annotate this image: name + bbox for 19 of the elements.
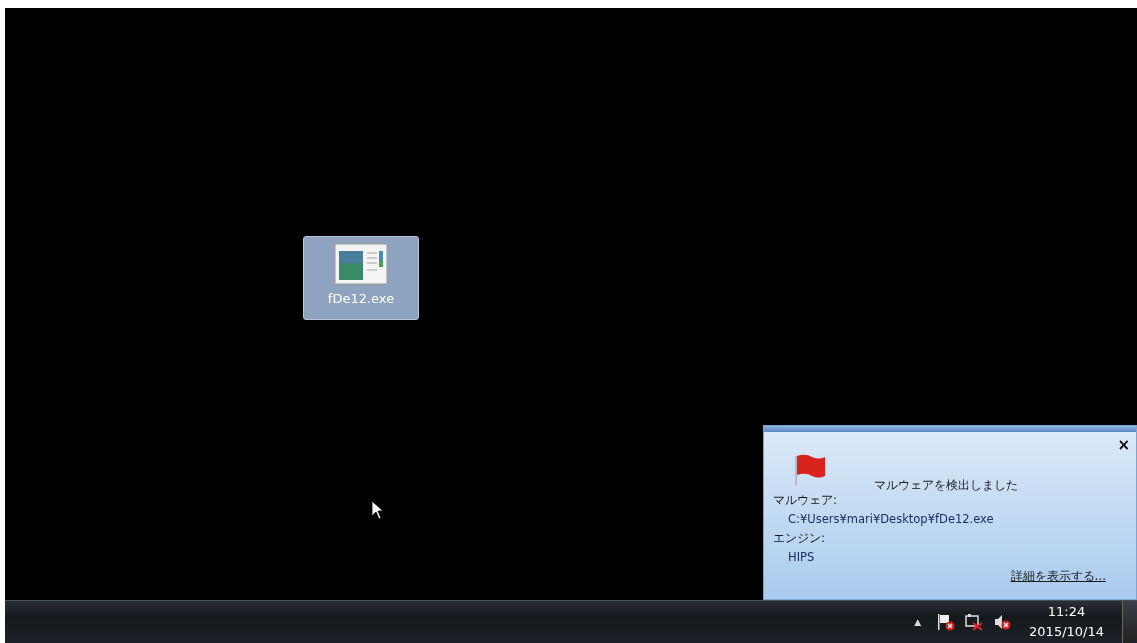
field-value: C:¥Users¥mari¥Desktop¥fDe12.exe — [787, 512, 995, 526]
flag-icon — [792, 452, 828, 488]
speaker-muted-icon[interactable] — [993, 613, 1012, 631]
clock[interactable]: 11:24 2015/10/14 — [1021, 602, 1112, 642]
application-window-icon — [334, 243, 388, 285]
show-desktop-button[interactable] — [1122, 601, 1137, 643]
file-name: fDe12.exe — [327, 291, 395, 306]
notification-title: マルウェアを検出しました — [874, 477, 1018, 494]
close-button[interactable]: × — [1117, 438, 1130, 453]
details-link[interactable]: 詳細を表示する... — [1010, 568, 1106, 585]
mouse-pointer-icon — [371, 500, 385, 520]
network-error-icon[interactable] — [965, 613, 984, 631]
clock-date: 2015/10/14 — [1029, 623, 1104, 641]
field-label: エンジン: — [772, 530, 827, 547]
show-hidden-icons-button[interactable]: ▲ — [908, 617, 928, 627]
clock-time: 11:24 — [1047, 603, 1086, 621]
field-label: マルウェア: — [772, 492, 839, 509]
field-value: HIPS — [787, 550, 816, 564]
flag-error-icon[interactable] — [937, 613, 956, 631]
